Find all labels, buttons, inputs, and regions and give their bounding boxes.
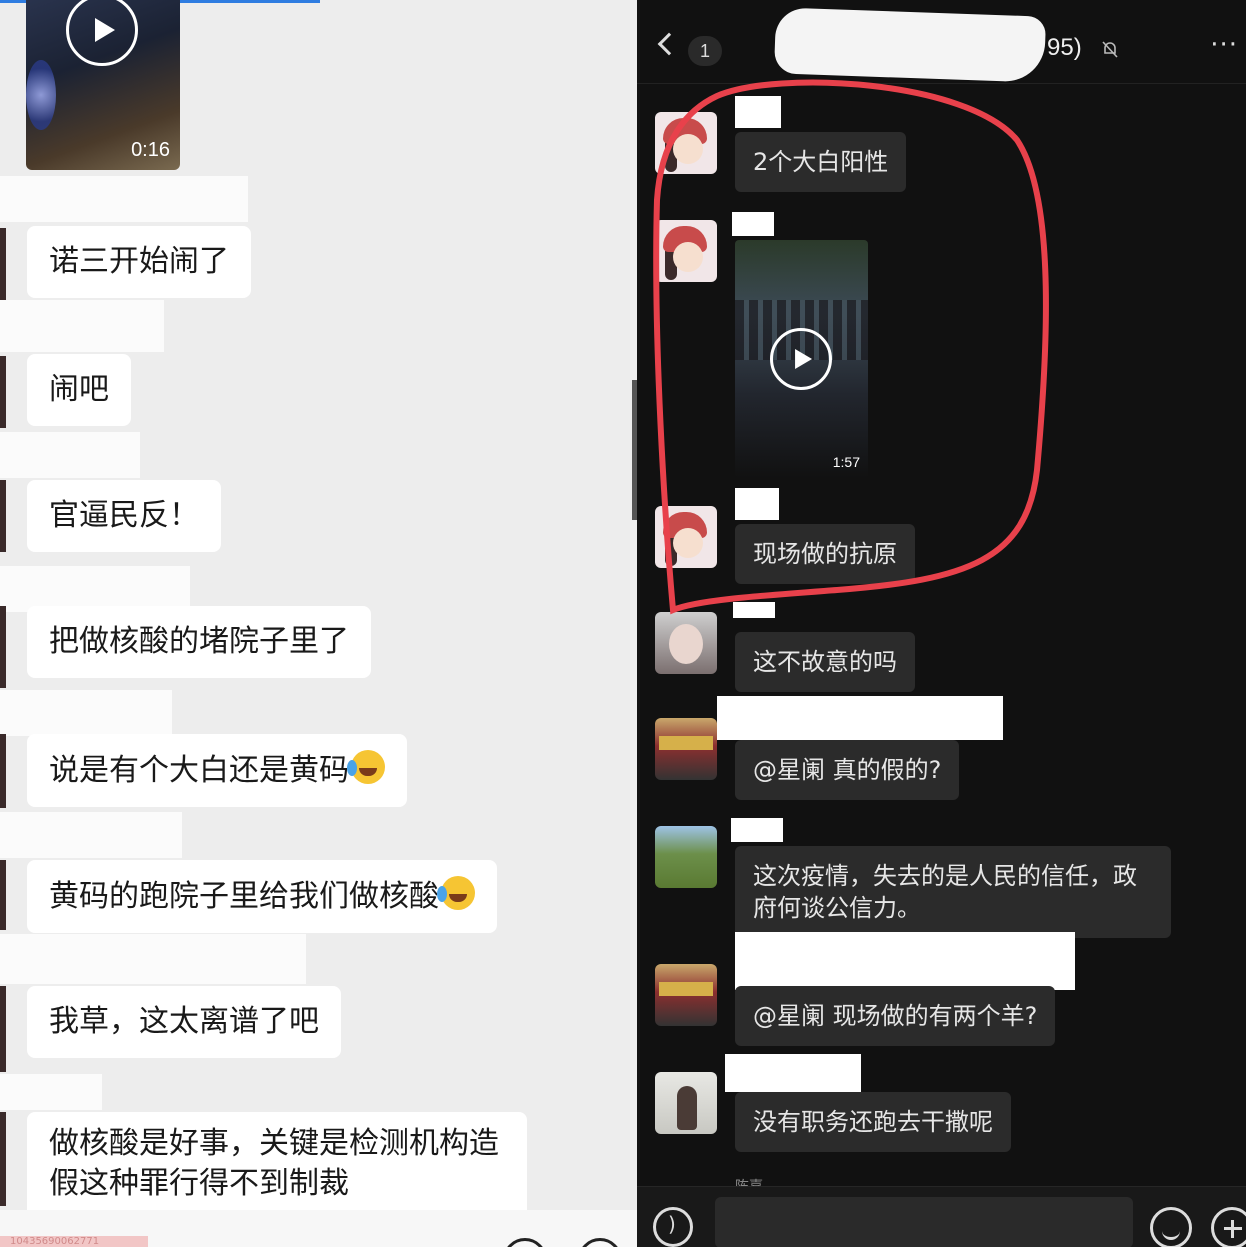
message-input[interactable] [715, 1197, 1133, 1247]
avatar-edge [0, 734, 6, 808]
title-redaction [773, 7, 1047, 83]
play-icon[interactable] [770, 328, 832, 390]
message-bubble[interactable]: 我草，这太离谱了吧 [27, 986, 341, 1058]
video-message[interactable]: 0:16 [26, 0, 180, 170]
mute-icon [1102, 41, 1118, 58]
avatar-edge [0, 606, 6, 688]
voice-icon[interactable] [503, 1238, 547, 1247]
group-title: 95) [1047, 34, 1082, 61]
message-bubble[interactable]: @星阑 现场做的有两个羊? [735, 986, 1056, 1046]
avatar-edge [0, 480, 6, 552]
avatar[interactable] [655, 112, 717, 174]
name-redaction [732, 212, 774, 236]
name-redaction [733, 602, 775, 618]
avatar-edge [0, 1112, 6, 1206]
video-thumbnail-light [26, 60, 56, 130]
name-redaction [717, 696, 1003, 740]
name-redaction [735, 96, 781, 128]
back-icon[interactable] [657, 32, 681, 56]
input-bar: 10435690062771 [0, 1210, 637, 1247]
name-redaction [735, 488, 779, 520]
message-bubble[interactable]: 说是有个大白还是黄码 [27, 734, 407, 807]
message-bubble[interactable]: 2个大白阳性 [735, 132, 907, 192]
right-chat-screenshot: 1 95) ··· 2个大白阳性 1:57 现场做的抗原 这不故意的吗 @星阑 … [637, 0, 1246, 1247]
video-duration: 0:16 [131, 139, 170, 161]
name-redaction [735, 932, 1075, 990]
more-icon[interactable]: ··· [1210, 30, 1238, 60]
laughing-crying-emoji-icon [347, 750, 385, 784]
name-redaction [0, 1074, 102, 1110]
left-chat-screenshot: 0:16 诺三开始闹了 闹吧 官逼民反！ 把做核酸的堵院子里了 说是有个大白还是… [0, 0, 637, 1247]
message-bubble[interactable]: 官逼民反！ [27, 480, 221, 552]
message-bubble[interactable]: 做核酸是好事，关键是检测机构造假这种罪行得不到制裁 [27, 1112, 527, 1220]
avatar-edge [0, 986, 6, 1072]
avatar-edge [0, 860, 6, 930]
name-redaction [0, 690, 172, 736]
name-redaction [725, 1054, 861, 1092]
avatar[interactable] [655, 826, 717, 888]
unread-count-badge[interactable]: 1 [688, 36, 722, 66]
avatar[interactable] [655, 718, 717, 780]
name-redaction [0, 300, 164, 352]
message-bubble[interactable]: 把做核酸的堵院子里了 [27, 606, 371, 678]
message-bubble[interactable]: 没有职务还跑去干撒呢 [735, 1092, 1011, 1152]
avatar-edge [0, 356, 6, 428]
name-redaction [731, 818, 783, 842]
avatar[interactable] [655, 964, 717, 1026]
emoji-icon[interactable] [1150, 1207, 1192, 1247]
emoji-icon[interactable] [578, 1238, 622, 1247]
name-redaction [0, 176, 248, 222]
play-icon[interactable] [66, 0, 138, 66]
message-bubble[interactable]: @星阑 真的假的? [735, 740, 960, 800]
avatar[interactable] [655, 1072, 717, 1134]
chat-header: 1 95) ··· [637, 0, 1246, 84]
name-redaction [0, 432, 140, 478]
avatar-edge [0, 228, 6, 300]
message-bubble[interactable]: 这次疫情，失去的是人民的信任，政府何谈公信力。 [735, 846, 1171, 938]
message-bubble[interactable]: 现场做的抗原 [735, 524, 915, 584]
input-bar [637, 1186, 1246, 1247]
message-bubble[interactable]: 黄码的跑院子里给我们做核酸 [27, 860, 497, 933]
avatar[interactable] [655, 220, 717, 282]
name-redaction [0, 934, 306, 984]
avatar[interactable] [655, 612, 717, 674]
plus-icon[interactable] [1211, 1207, 1246, 1247]
message-bubble[interactable]: 诺三开始闹了 [27, 226, 251, 298]
message-bubble[interactable]: 这不故意的吗 [735, 632, 915, 692]
name-redaction [0, 812, 182, 858]
laughing-crying-emoji-icon [437, 876, 475, 910]
message-bubble[interactable]: 闹吧 [27, 354, 131, 426]
watermark-tag: 10435690062771 [0, 1236, 148, 1247]
video-duration: 1:57 [832, 454, 860, 470]
voice-icon[interactable] [653, 1207, 693, 1247]
video-message[interactable]: 1:57 [735, 240, 868, 478]
avatar[interactable] [655, 506, 717, 568]
